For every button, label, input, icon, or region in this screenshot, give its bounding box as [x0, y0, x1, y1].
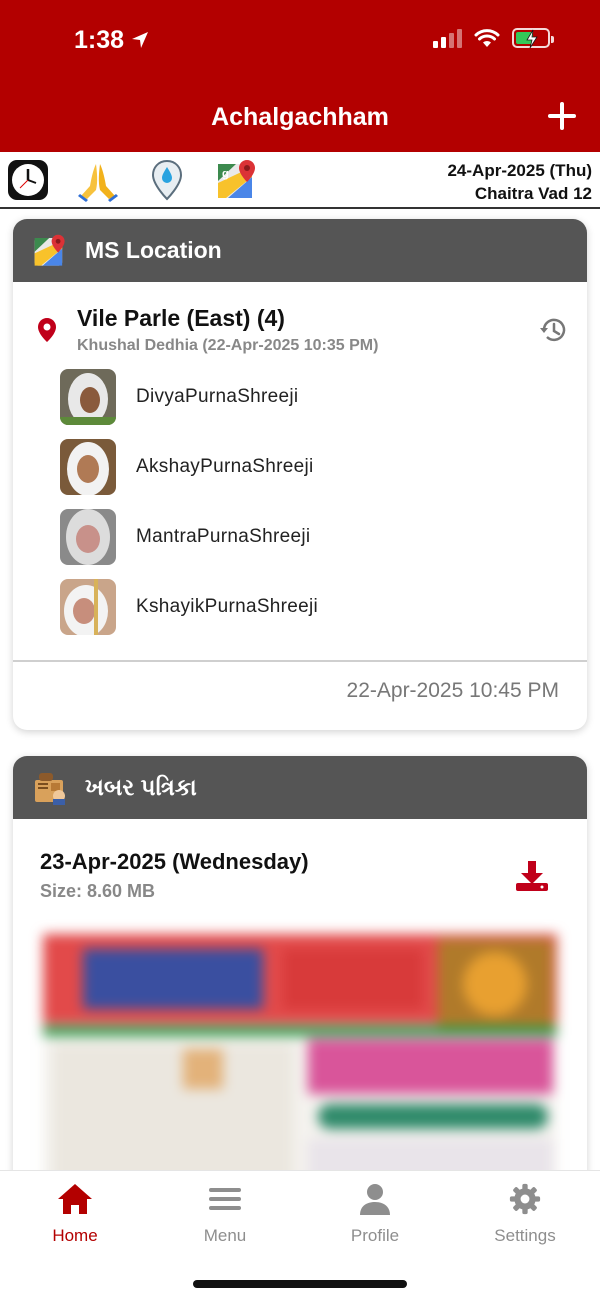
tab-label: Settings: [494, 1226, 556, 1245]
avatar: [60, 369, 116, 425]
page-title: Achalgachham: [211, 103, 389, 131]
status-indicators: [433, 28, 554, 49]
newsletter-date: 23-Apr-2025 (Wednesday): [40, 849, 309, 874]
folded-hands-icon[interactable]: [76, 158, 120, 202]
home-indicator: [193, 1280, 407, 1288]
member-row[interactable]: KshayikPurnaShreeji: [13, 572, 587, 642]
current-date: 24-Apr-2025 (Thu): [447, 161, 592, 180]
google-maps-icon: [33, 234, 67, 268]
member-row[interactable]: AkshayPurnaShreeji: [13, 432, 587, 502]
member-name: DivyaPurnaShreeji: [136, 386, 299, 407]
history-icon[interactable]: [539, 316, 567, 344]
app-header: 1:38 Achalgachham: [0, 0, 600, 152]
status-time: 1:38: [74, 26, 125, 54]
card-title: MS Location: [85, 237, 222, 263]
download-icon[interactable]: [515, 860, 549, 892]
current-tithi: Chaitra Vad 12: [474, 184, 592, 203]
member-row[interactable]: MantraPurnaShreeji: [13, 502, 587, 572]
app-screen: 1:38 Achalgachham g 24-Apr-2025 (Thu) Ch…: [0, 0, 600, 1300]
newsletter-size: Size: 8.60 MB: [40, 881, 156, 901]
svg-text:g: g: [222, 168, 229, 180]
member-name: MantraPurnaShreeji: [136, 526, 311, 547]
avatar: [60, 509, 116, 565]
news-header: ખબર પત્રિકા: [13, 756, 587, 819]
tab-label: Menu: [203, 1226, 247, 1245]
tab-home[interactable]: Home: [0, 1183, 150, 1246]
location-arrow-icon: [132, 32, 148, 48]
avatar: [60, 579, 116, 635]
map-pin-icon: [38, 318, 56, 342]
menu-icon: [209, 1188, 241, 1210]
ms-location-card: MS Location Vile Parle (East) (4) Khusha…: [13, 219, 587, 730]
member-name: KshayikPurnaShreeji: [136, 596, 319, 617]
date-display: 24-Apr-2025 (Thu) Chaitra Vad 12: [447, 159, 592, 205]
wifi-icon: [474, 29, 500, 47]
tab-menu[interactable]: Menu: [150, 1183, 300, 1246]
add-button[interactable]: [544, 98, 580, 134]
newspaper-reader-icon: [33, 771, 67, 805]
location-updated-by: Khushal Dedhia (22-Apr-2025 10:35 PM): [77, 337, 379, 354]
settings-icon: [509, 1183, 541, 1215]
member-row[interactable]: DivyaPurnaShreeji: [13, 362, 587, 432]
newsletter-preview-image[interactable]: [43, 934, 557, 1194]
location-entry[interactable]: Vile Parle (East) (4) Khushal Dedhia (22…: [13, 282, 587, 362]
home-icon: [58, 1184, 92, 1214]
news-card: ખબર પત્રિકા 23-Apr-2025 (Wednesday) Size…: [13, 756, 587, 1216]
google-maps-icon[interactable]: g: [215, 158, 259, 202]
card-title: ખબર પત્રિકા: [85, 774, 197, 800]
tab-label: Home: [52, 1226, 98, 1245]
clock-icon[interactable]: [6, 158, 50, 202]
cellular-signal-icon: [433, 28, 462, 48]
tab-settings[interactable]: Settings: [450, 1183, 600, 1246]
ms-location-header: MS Location: [13, 219, 587, 282]
water-drop-pin-icon[interactable]: [145, 158, 189, 202]
tab-profile[interactable]: Profile: [300, 1183, 450, 1246]
member-name: AkshayPurnaShreeji: [136, 456, 314, 477]
tab-label: Profile: [350, 1226, 400, 1245]
avatar: [60, 439, 116, 495]
quick-access-bar: g 24-Apr-2025 (Thu) Chaitra Vad 12: [0, 152, 600, 209]
location-name: Vile Parle (East) (4): [77, 305, 285, 331]
battery-icon: [512, 28, 554, 49]
location-footer-time: 22-Apr-2025 10:45 PM: [13, 660, 587, 720]
profile-icon: [360, 1184, 390, 1215]
